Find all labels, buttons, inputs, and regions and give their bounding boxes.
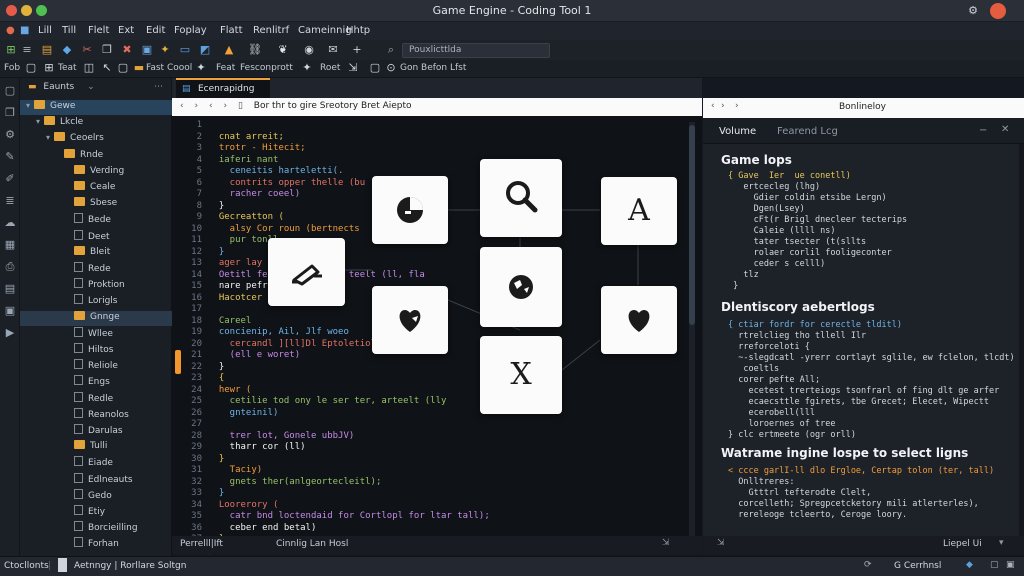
right-panel-tabs: Volume Fearend Lcg − ✕ [703, 118, 1024, 144]
status-middle[interactable]: Aetnngy | Rorllare Soltgn [74, 561, 186, 571]
tab-volume[interactable]: Volume [719, 126, 756, 137]
close-icon[interactable]: ✕ [1001, 124, 1009, 135]
section-code-line: ecetest trerteiogs tsonfrarl of fing dlt… [728, 386, 1000, 396]
edit-card[interactable] [268, 238, 345, 306]
menu-icon[interactable]: ▣ [1006, 560, 1015, 570]
section-code-line: ecaecsttle fgirets, tbe Grecet; Elecet, … [728, 397, 989, 407]
section-code-line: rtrelclieg tho tllell Ilr [728, 331, 867, 341]
globe-card[interactable] [480, 247, 562, 327]
section-code-line: } clc ertmeete (ogr orll) [728, 430, 856, 440]
editor-status-bar: Perrelll|Ift Cinnlig Lan Hosl ⇲ [172, 536, 702, 554]
tab-fearend-lcg[interactable]: Fearend Lcg [777, 126, 838, 137]
pie-card[interactable] [372, 176, 448, 244]
section-code-line: corcelleth; Spregpcetcketory mili atlert… [728, 499, 979, 509]
heart-card-left[interactable] [372, 286, 448, 354]
section-code-line: rolaer corlil fooligeconter [728, 248, 892, 258]
section-code-game-lops: { Gave Ier ue conetll) ertcecleg (lhg) G… [728, 171, 907, 292]
section-code-line: Gdier coldin etsibe Lergn) [728, 193, 887, 203]
section-code-line: cFt(r Brigl dnecleer tecterips [728, 215, 908, 225]
pie-icon [397, 197, 423, 223]
section-title-watrame: Watrame ingine lospe to select ligns [721, 446, 969, 460]
magnifier-icon [506, 181, 538, 213]
section-code-dlentiscory: { ctiar fordr for cerectle tlditl) rtrel… [728, 320, 1015, 441]
sync-icon[interactable]: ⟳ [864, 560, 872, 570]
heart-icon [628, 310, 650, 332]
section-code-line: Onlltreres: [728, 477, 795, 487]
section-code-line: Dgen(Lsey) [728, 204, 805, 214]
section-title-game-lops: Game lops [721, 153, 792, 167]
back-icon[interactable]: ‹ [711, 101, 715, 111]
status-left[interactable]: Ctocllonts [4, 561, 49, 571]
x-card[interactable]: X [480, 336, 562, 414]
section-code-line: Caleie (llll ns) [728, 226, 836, 236]
editor-status-mid: Cinnlig Lan Hosl [276, 539, 349, 549]
section-code-line: tlz [728, 270, 759, 280]
section-code-line: coeltls [728, 364, 780, 374]
right-panel-status-bar: ⇲ Liepel Ui ▾ [703, 536, 1024, 554]
right-panel-title: Bonlineloy [839, 102, 886, 112]
section-code-line: rereleoge tcleerto, Ceroge loory. [728, 510, 908, 520]
section-code-line: Gtttrl tefterodte Clelt, [728, 488, 872, 498]
minus-icon[interactable]: − [979, 125, 987, 136]
section-code-line: ecerobell(lll [728, 408, 815, 418]
expand-icon[interactable]: ⇲ [717, 538, 725, 548]
letter-a-glyph: A [628, 193, 650, 228]
pencil-icon [292, 264, 322, 286]
section-code-line: < ccce garlI-ll dlo Ergloe, Certap tolon… [728, 466, 995, 476]
right-status-text: Liepel Ui [943, 539, 982, 549]
resize-icon[interactable]: ⇲ [662, 538, 670, 548]
section-code-line: rreforceloti { [728, 342, 810, 352]
section-code-line: } [728, 281, 739, 291]
heart-card-right[interactable] [601, 286, 677, 354]
divider: | [48, 561, 52, 571]
section-code-watrame: < ccce garlI-ll dlo Ergloe, Certap tolon… [728, 466, 994, 521]
letter-x-glyph: X [510, 357, 532, 392]
separator-block [58, 558, 67, 572]
search-card[interactable] [480, 159, 562, 237]
status-bar: Ctocllonts | Aetnngy | Rorllare Soltgn ⟳… [0, 556, 1024, 576]
right-panel-header: ‹ › › Bonlineloy [703, 98, 1024, 118]
section-code-line: ceder s celll) [728, 259, 826, 269]
status-right[interactable]: G Cerrhnsl [894, 561, 941, 571]
editor-status-left: Perrelll|Ift [180, 539, 223, 549]
section-code-line: ~-slegdcatl -yrerr cortlayt sglile, ew f… [728, 353, 1015, 363]
forward-icon[interactable]: › [721, 101, 725, 111]
globe-icon [509, 275, 533, 299]
section-code-line: { ctiar fordr for cerectle tlditl) [728, 320, 902, 330]
notification-icon[interactable]: ▢ [990, 560, 999, 570]
section-code-line: { Gave Ier ue conetll) [728, 171, 851, 181]
heart-icon [399, 310, 421, 332]
section-code-line: loroernes of tree [728, 419, 836, 429]
section-code-line: corer pefte All; [728, 375, 821, 385]
section-code-line: tater tsecter (t(sllts [728, 237, 867, 247]
dropdown-icon[interactable]: ▾ [999, 538, 1004, 548]
right-panel-scrollbar[interactable] [1019, 144, 1024, 540]
section-code-line: ertcecleg (lhg) [728, 182, 821, 192]
forward-icon-2[interactable]: › [735, 101, 739, 111]
section-title-dlentiscory: Dlentiscory aebertlogs [721, 300, 875, 314]
bell-icon[interactable]: ◆ [966, 560, 973, 570]
font-card[interactable]: A [601, 177, 677, 245]
